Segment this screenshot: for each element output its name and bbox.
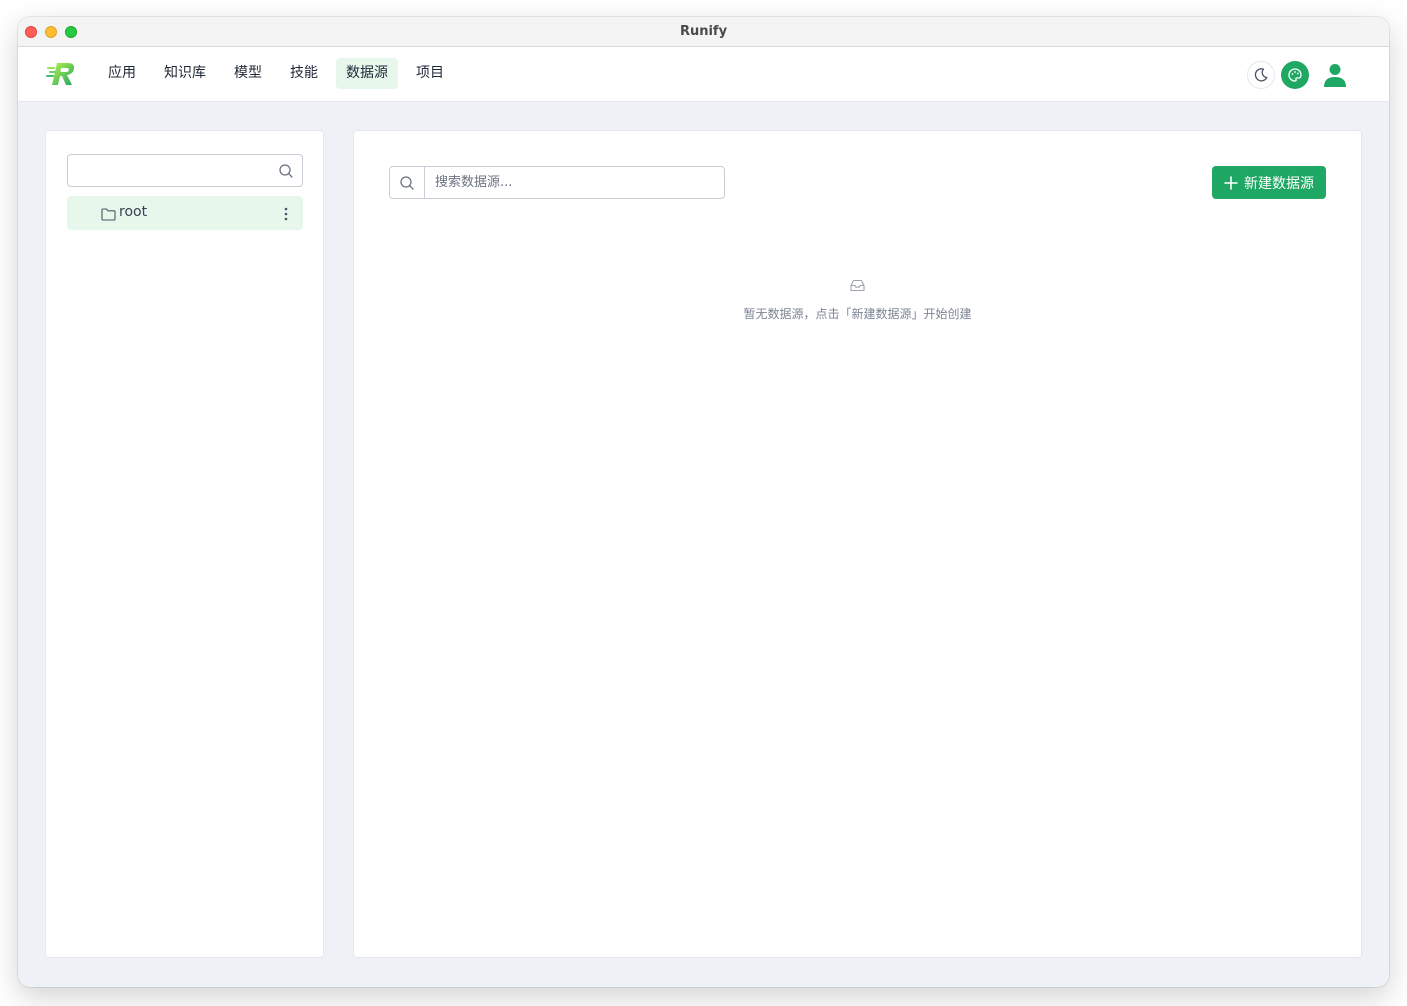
nav-actions — [1247, 59, 1351, 91]
user-icon — [1324, 64, 1346, 87]
theme-color-button[interactable] — [1281, 61, 1309, 89]
folder-icon — [101, 206, 116, 225]
app-window: Runify 应用 知识库 模型 技能 数据源 项目 root 搜索数据源...… — [18, 17, 1389, 987]
palette-icon — [1288, 68, 1302, 82]
empty-state-text: 暂无数据源，点击「新建数据源」开始创建 — [743, 307, 972, 321]
user-avatar-button[interactable] — [1319, 59, 1351, 91]
nav-item-projects[interactable]: 项目 — [406, 58, 454, 89]
new-data-source-button[interactable]: 新建数据源 — [1212, 166, 1326, 199]
tree-item-label: root — [119, 204, 148, 220]
folder-tree-panel: root — [45, 130, 324, 958]
runify-logo[interactable] — [46, 59, 78, 89]
main-nav: 应用 知识库 模型 技能 数据源 项目 — [98, 58, 462, 89]
nav-item-apps[interactable]: 应用 — [98, 58, 146, 89]
search-icon — [278, 163, 294, 183]
data-source-search — [389, 166, 725, 199]
tree-item-root[interactable]: root — [67, 196, 303, 230]
nav-item-skills[interactable]: 技能 — [280, 58, 328, 89]
data-source-search-input[interactable] — [425, 167, 724, 198]
theme-toggle-button[interactable] — [1247, 61, 1275, 89]
search-icon — [390, 167, 425, 198]
moon-icon — [1254, 68, 1268, 82]
plus-icon — [1224, 175, 1238, 190]
inbox-icon — [850, 277, 865, 296]
nav-item-models[interactable]: 模型 — [224, 58, 272, 89]
nav-item-knowledge-base[interactable]: 知识库 — [154, 58, 216, 89]
tree-search-input[interactable] — [67, 154, 303, 187]
new-data-source-label: 新建数据源 — [1244, 175, 1314, 192]
title-bar: Runify — [18, 17, 1389, 47]
nav-item-data-sources[interactable]: 数据源 — [336, 58, 398, 89]
top-nav: 应用 知识库 模型 技能 数据源 项目 — [18, 47, 1389, 102]
data-source-panel: 新建数据源 暂无数据源，点击「新建数据源」开始创建 — [353, 130, 1362, 958]
window-title: Runify — [679, 24, 728, 39]
more-vertical-icon[interactable] — [284, 206, 288, 225]
